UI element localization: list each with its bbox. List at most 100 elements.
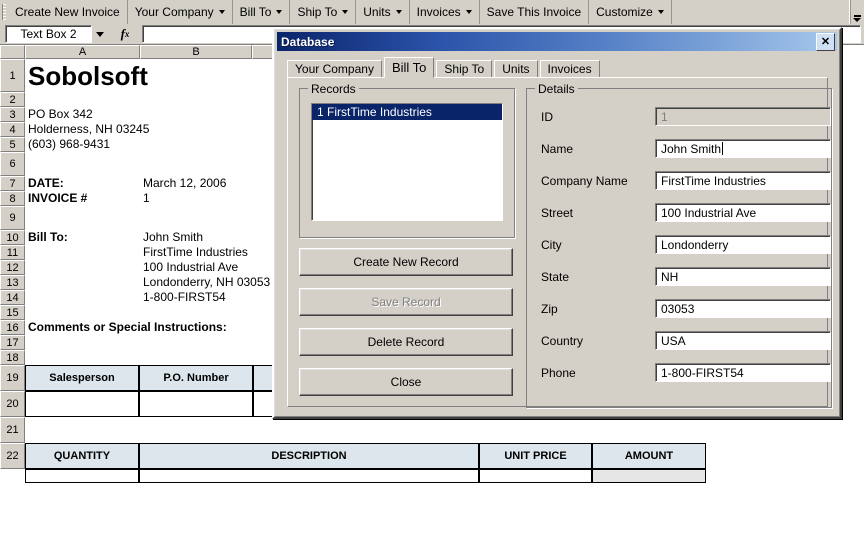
toolbar-item-your-company[interactable]: Your Company (128, 0, 233, 24)
detail-value: 100 Industrial Ave (661, 205, 757, 220)
select-all-corner[interactable] (0, 45, 25, 59)
row-header-22[interactable]: 22 (0, 443, 25, 469)
cell-phone[interactable]: (603) 968-9431 (28, 137, 110, 151)
row-header-19[interactable]: 19 (0, 365, 25, 391)
tab-invoices[interactable]: Invoices (539, 60, 600, 78)
row-header-6[interactable]: 6 (0, 152, 25, 176)
row-header-12[interactable]: 12 (0, 260, 25, 275)
column-header-a[interactable]: A (25, 45, 140, 59)
tab-bill-to[interactable]: Bill To (383, 57, 435, 78)
detail-input-city[interactable]: Londonderry (655, 235, 831, 254)
detail-input-state[interactable]: NH (655, 267, 831, 286)
shipping-header-cell[interactable]: P.O. Number (139, 365, 253, 391)
column-header-b[interactable]: B (140, 45, 252, 59)
save-record-button[interactable]: Save Record (299, 288, 513, 316)
items-header-cell[interactable]: UNIT PRICE (479, 443, 592, 469)
row-header-20[interactable]: 20 (0, 391, 25, 417)
row-header-5[interactable]: 5 (0, 137, 25, 152)
detail-input-country[interactable]: USA (655, 331, 831, 350)
row-header-7[interactable]: 7 (0, 176, 25, 191)
name-box-dropdown-icon[interactable] (92, 26, 108, 42)
detail-input-company-name[interactable]: FirstTime Industries (655, 171, 831, 190)
toolbar-item-customize[interactable]: Customize (589, 0, 672, 24)
name-box[interactable]: Text Box 2 (5, 25, 92, 43)
records-groupbox: Records 1 FirstTime Industries (299, 82, 515, 238)
toolbar-item-create-new-invoice[interactable]: Create New Invoice (8, 0, 128, 24)
cell-comments-label[interactable]: Comments or Special Instructions: (28, 320, 227, 334)
toolbar-item-units[interactable]: Units (356, 0, 410, 24)
row-header-14[interactable]: 14 (0, 290, 25, 305)
row-header-16[interactable]: 16 (0, 320, 25, 335)
close-button[interactable]: Close (299, 368, 513, 396)
delete-record-button[interactable]: Delete Record (299, 328, 513, 356)
toolbar-item-invoices[interactable]: Invoices (410, 0, 480, 24)
detail-value: NH (661, 269, 679, 284)
records-listbox[interactable]: 1 FirstTime Industries (311, 103, 503, 221)
cell-bill-to-citystate[interactable]: Londonderry, NH 03053 (143, 275, 270, 289)
cell-city-state-zip[interactable]: Holderness, NH 03245 (28, 122, 149, 136)
row-header-17[interactable]: 17 (0, 335, 25, 350)
toolbar-grip[interactable] (0, 0, 8, 24)
cell-bill-to-name[interactable]: John Smith (143, 230, 203, 244)
toolbar-item-bill-to[interactable]: Bill To (233, 0, 291, 24)
items-value-cell[interactable] (139, 469, 479, 483)
record-list-item[interactable]: 1 FirstTime Industries (312, 104, 502, 120)
application-window: Create New Invoice Your Company Bill To Shi… (0, 0, 864, 555)
tab-your-company[interactable]: Your Company (287, 60, 382, 78)
shipping-value-cell[interactable] (139, 391, 253, 417)
items-header-cell[interactable]: DESCRIPTION (139, 443, 479, 469)
row-header-3[interactable]: 3 (0, 107, 25, 122)
detail-input-name[interactable]: John Smith (655, 139, 831, 158)
cell-date-label[interactable]: DATE: (28, 176, 64, 190)
cell-bill-to-street[interactable]: 100 Industrial Ave (143, 260, 238, 274)
detail-value: 03053 (661, 301, 695, 316)
detail-input-id[interactable]: 1 (655, 107, 831, 126)
create-new-record-button[interactable]: Create New Record (299, 248, 513, 276)
toolbar-item-ship-to[interactable]: Ship To (290, 0, 357, 24)
detail-label-country: Country (541, 334, 584, 348)
cell-date-value[interactable]: March 12, 2006 (143, 176, 226, 190)
cell-bill-to-company[interactable]: FirstTime Industries (143, 245, 248, 259)
cell-bill-to-label[interactable]: Bill To: (28, 230, 68, 244)
row-header-13[interactable]: 13 (0, 275, 25, 290)
name-box-value: Text Box 2 (20, 27, 77, 41)
toolbar-item-label: Your Company (134, 5, 214, 19)
dialog-titlebar[interactable]: Database ✕ (277, 32, 837, 51)
row-header-1[interactable]: 1 (0, 59, 25, 92)
cell-bill-to-phone[interactable]: 1-800-FIRST54 (143, 290, 226, 304)
detail-value: Londonderry (661, 237, 729, 252)
detail-label-city: City (541, 238, 562, 252)
cell-invoice-label[interactable]: INVOICE # (28, 191, 87, 205)
detail-input-phone[interactable]: 1-800-FIRST54 (655, 363, 831, 382)
row-header-21[interactable]: 21 (0, 417, 25, 443)
detail-input-street[interactable]: 100 Industrial Ave (655, 203, 831, 222)
tab-units[interactable]: Units (494, 60, 538, 78)
cell-po-box[interactable]: PO Box 342 (28, 107, 93, 121)
cell-company-name[interactable]: Sobolsoft (28, 61, 148, 92)
row-header-11[interactable]: 11 (0, 245, 25, 260)
items-header-cell[interactable]: AMOUNT (592, 443, 706, 469)
cell-invoice-value[interactable]: 1 (143, 191, 150, 205)
row-header-15[interactable]: 15 (0, 305, 25, 320)
row-header-8[interactable]: 8 (0, 191, 25, 206)
row-header-10[interactable]: 10 (0, 230, 25, 245)
toolbar-overflow-button[interactable] (849, 0, 864, 24)
detail-value: John Smith (661, 141, 722, 156)
records-group-label: Records (308, 82, 359, 96)
items-value-cell[interactable] (479, 469, 592, 483)
items-value-cell[interactable] (592, 469, 706, 483)
insert-function-icon[interactable]: fx (108, 25, 142, 43)
shipping-value-cell[interactable] (25, 391, 139, 417)
toolbar-item-label: Bill To (239, 5, 272, 19)
items-value-cell[interactable] (25, 469, 139, 483)
detail-input-zip[interactable]: 03053 (655, 299, 831, 318)
close-icon[interactable]: ✕ (816, 33, 835, 51)
tab-ship-to[interactable]: Ship To (436, 60, 493, 78)
items-header-cell[interactable]: QUANTITY (25, 443, 139, 469)
shipping-header-cell[interactable]: Salesperson (25, 365, 139, 391)
row-header-18[interactable]: 18 (0, 350, 25, 365)
toolbar-item-save-this-invoice[interactable]: Save This Invoice (480, 0, 590, 24)
row-header-2[interactable]: 2 (0, 92, 25, 107)
row-header-9[interactable]: 9 (0, 206, 25, 230)
row-header-4[interactable]: 4 (0, 122, 25, 137)
